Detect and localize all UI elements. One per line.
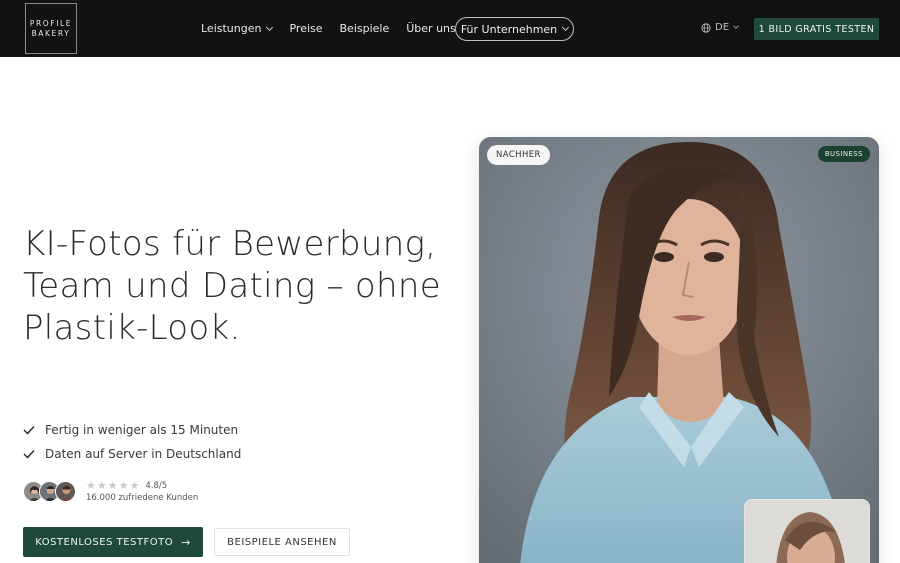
category-badge: BUSINESS [817, 146, 870, 162]
star-icon: ★ [118, 479, 129, 492]
star-icon: ★ [107, 479, 118, 492]
feature-list: Fertig in weniger als 15 Minuten Daten a… [23, 418, 241, 466]
nav-item-label: Preise [289, 22, 323, 35]
hero-headline: KI-Fotos für Bewerbung, Team und Dating … [23, 224, 441, 348]
nav-item-ueber-uns[interactable]: Über uns [406, 22, 456, 35]
feature-item: Daten auf Server in Deutschland [23, 442, 241, 466]
chevron-down-icon [266, 23, 274, 31]
business-dropdown-button[interactable]: Für Unternehmen [455, 17, 574, 41]
arrow-right-icon: → [181, 535, 191, 549]
check-icon [23, 425, 35, 435]
star-icon: ★ [96, 479, 107, 492]
nav-item-leistungen[interactable]: Leistungen [201, 22, 274, 35]
before-thumbnail[interactable] [744, 499, 870, 563]
thumbnail-image [745, 500, 869, 563]
language-selector[interactable]: DE [701, 22, 739, 33]
nav-item-beispiele[interactable]: Beispiele [340, 22, 390, 35]
nav-item-preise[interactable]: Preise [289, 22, 322, 35]
view-examples-button[interactable]: BEISPIELE ANSEHEN [214, 528, 350, 556]
feature-text: Fertig in weniger als 15 Minuten [45, 423, 239, 437]
globe-icon [701, 22, 711, 33]
nav-item-label: Über uns [406, 22, 456, 35]
chevron-down-icon [733, 23, 739, 29]
customer-reviews: ★ ★ ★ ★ ★ 4.8/5 16.000 zufriedene Kunden [23, 480, 198, 503]
logo[interactable]: PROFILE BAKERY [25, 3, 77, 54]
button-label: KOSTENLOSES TESTFOTO [35, 536, 174, 548]
after-badge: NACHHER [487, 145, 550, 165]
feature-text: Daten auf Server in Deutschland [45, 447, 242, 461]
star-icon: ★ [129, 479, 140, 492]
star-icon: ★ [86, 479, 96, 492]
feature-item: Fertig in weniger als 15 Minuten [23, 418, 241, 442]
rating-score: 4.8/5 [145, 481, 168, 491]
check-icon [23, 449, 35, 459]
nav-item-label: Beispiele [339, 22, 390, 35]
language-label: DE [715, 22, 730, 33]
chevron-down-icon [562, 23, 570, 32]
rating-block: ★ ★ ★ ★ ★ 4.8/5 16.000 zufriedene Kunden [86, 480, 199, 504]
avatar-group [23, 481, 76, 502]
logo-line-2: BAKERY [31, 28, 71, 38]
top-navigation: PROFILE BAKERY Leistungen Preise Beispie… [0, 0, 900, 57]
stars-line: ★ ★ ★ ★ ★ 4.8/5 [86, 480, 198, 492]
free-test-photo-button[interactable]: KOSTENLOSES TESTFOTO → [23, 527, 203, 557]
customer-count: 16.000 zufriedene Kunden [86, 493, 199, 503]
free-trial-button[interactable]: 1 BILD GRATIS TESTEN [754, 18, 879, 40]
nav-item-label: Leistungen [201, 22, 262, 35]
example-photo-card: NACHHER BUSINESS [479, 137, 879, 563]
logo-line-1: PROFILE [29, 18, 73, 28]
avatar [55, 481, 76, 502]
main-menu: Leistungen Preise Beispiele Über uns [201, 0, 473, 57]
business-dropdown-label: Für Unternehmen [460, 22, 558, 36]
